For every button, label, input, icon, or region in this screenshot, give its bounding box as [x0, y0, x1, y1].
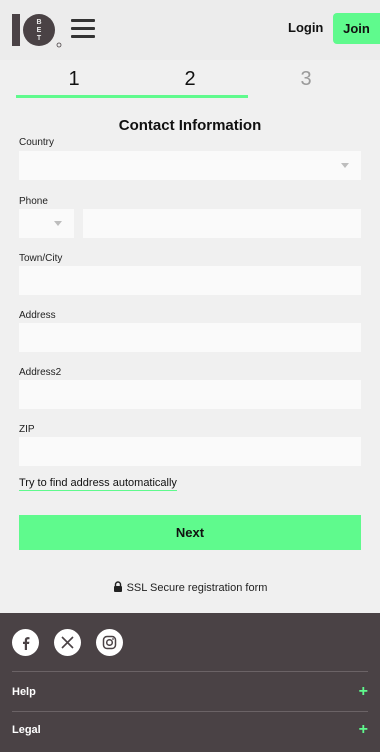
address-input[interactable]	[19, 323, 361, 352]
ssl-text: SSL Secure registration form	[126, 582, 268, 594]
country-select[interactable]	[19, 151, 361, 180]
zip-input[interactable]	[19, 437, 361, 466]
footer: Help + Legal +	[0, 613, 380, 752]
section-title: Contact Information	[118, 117, 262, 134]
plus-icon: +	[358, 721, 368, 738]
footer-help-item[interactable]: Help +	[12, 683, 368, 700]
town-input[interactable]	[19, 266, 361, 295]
step-indicator: 1 2 3	[0, 60, 380, 100]
address2-label: Address2	[19, 367, 62, 378]
address2-input[interactable]	[19, 380, 361, 409]
step-2: 2	[184, 68, 196, 90]
footer-divider	[12, 711, 368, 712]
instagram-icon[interactable]	[96, 629, 123, 656]
chevron-down-icon	[341, 163, 349, 168]
plus-icon: +	[358, 683, 368, 700]
10bet-logo[interactable]: B E T	[12, 12, 64, 48]
footer-help-label: Help	[12, 686, 36, 698]
facebook-icon[interactable]	[12, 629, 39, 656]
svg-text:T: T	[37, 35, 42, 42]
footer-divider	[12, 671, 368, 672]
lock-icon	[113, 581, 122, 592]
login-link[interactable]: Login	[288, 20, 323, 35]
step-3: 3	[300, 68, 312, 90]
ssl-notice: SSL Secure registration form	[0, 581, 380, 594]
menu-icon[interactable]	[71, 19, 95, 38]
chevron-down-icon	[54, 221, 62, 226]
country-label: Country	[19, 137, 55, 148]
svg-text:E: E	[37, 27, 42, 34]
step-1: 1	[68, 68, 80, 90]
footer-legal-item[interactable]: Legal +	[12, 721, 368, 738]
footer-legal-label: Legal	[12, 724, 41, 736]
phone-label: Phone	[19, 196, 48, 207]
zip-label: ZIP	[19, 424, 35, 435]
svg-text:B: B	[36, 19, 41, 26]
phone-code-select[interactable]	[19, 209, 74, 238]
header: B E T Login Join	[0, 0, 380, 60]
find-address-link[interactable]: Try to find address automatically	[19, 477, 177, 491]
step-progress-bar	[16, 95, 248, 98]
next-button[interactable]: Next	[19, 515, 361, 550]
join-button[interactable]: Join	[333, 13, 380, 44]
x-icon[interactable]	[54, 629, 81, 656]
phone-input[interactable]	[83, 209, 361, 238]
town-label: Town/City	[19, 253, 63, 264]
address-label: Address	[19, 310, 56, 321]
registration-form: 1 2 3 Contact Information Country Phone …	[0, 60, 380, 613]
